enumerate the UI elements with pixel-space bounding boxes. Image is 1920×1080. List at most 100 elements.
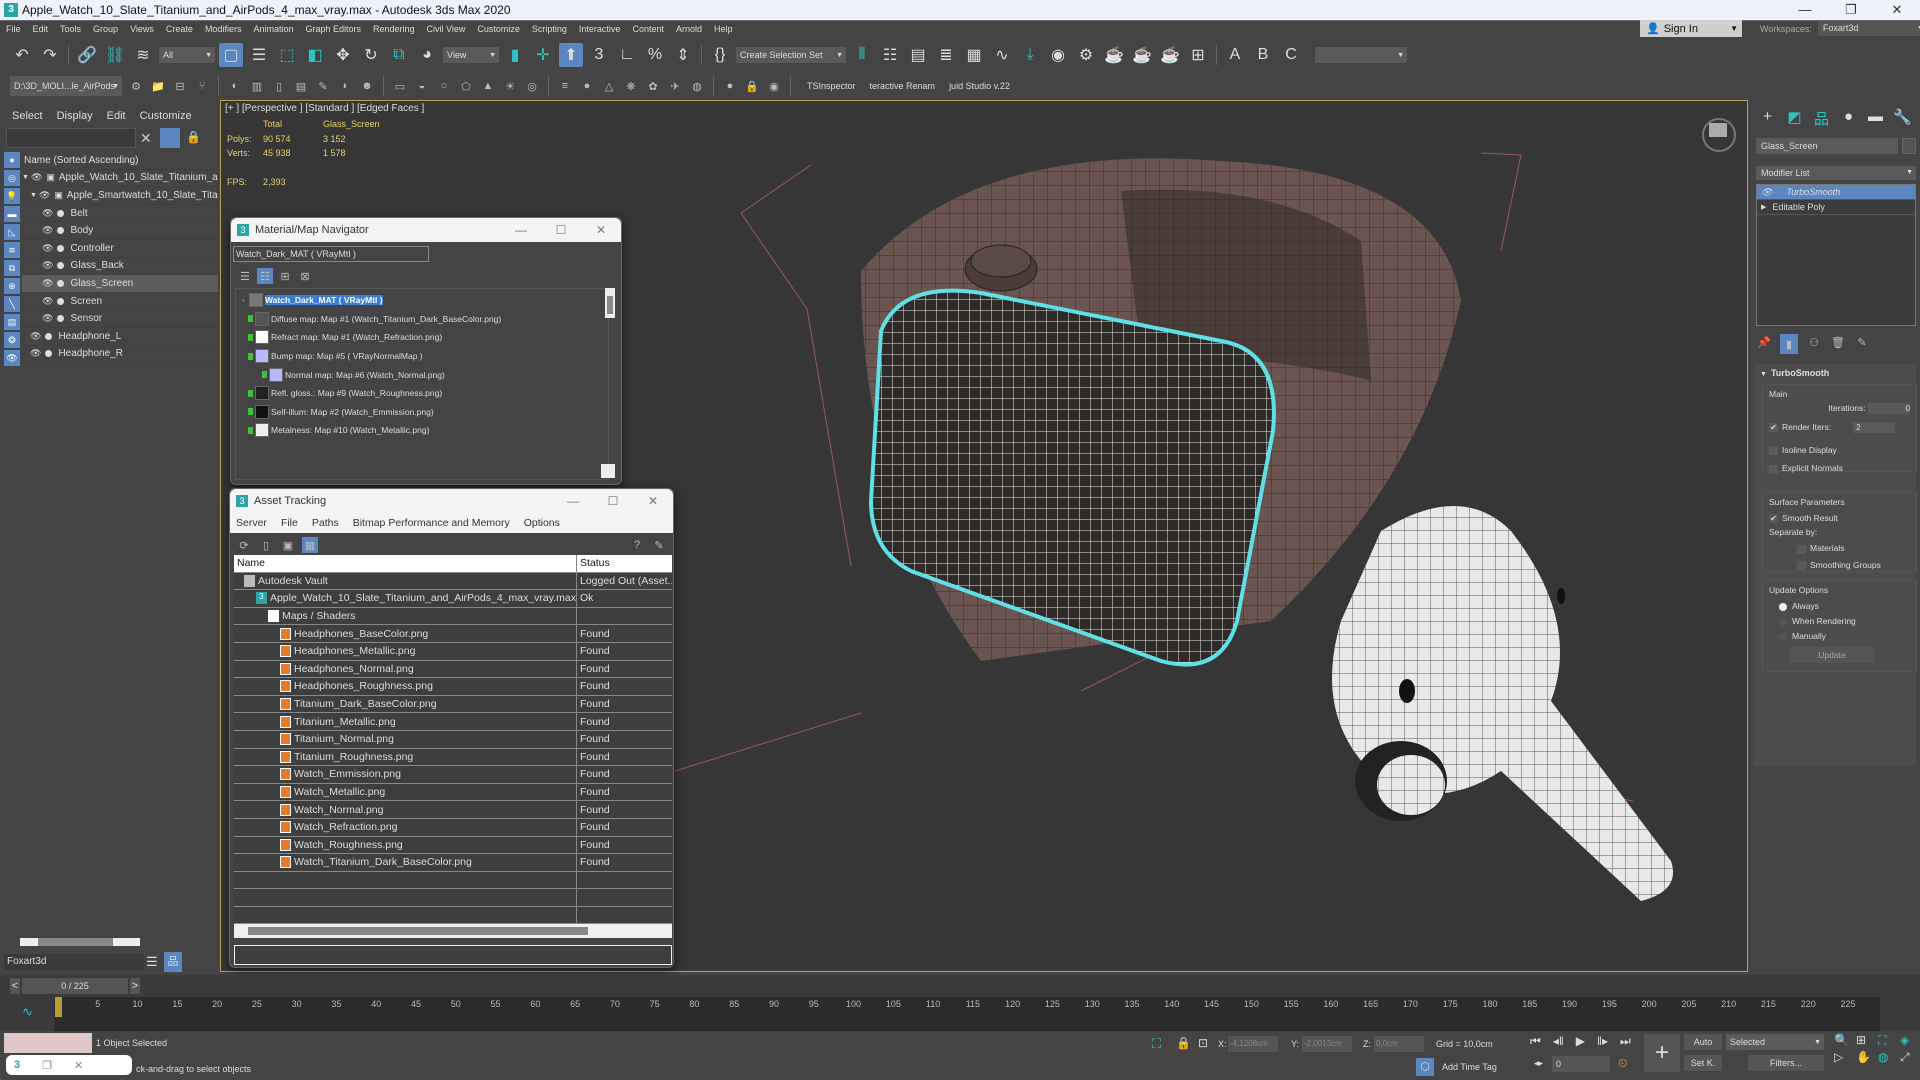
y-coordinate-field[interactable]: -2,0013cm xyxy=(1302,1036,1352,1052)
clear-search-icon[interactable]: ✕ xyxy=(140,130,152,147)
filter-bones-icon[interactable]: ╲ xyxy=(4,296,20,312)
vray-scatter-icon[interactable]: ✿ xyxy=(645,78,661,94)
create-tab-icon[interactable]: + xyxy=(1754,108,1781,128)
filter-particles-icon[interactable]: ❂ xyxy=(4,332,20,348)
bind-space-warp-icon[interactable]: ≋ xyxy=(131,43,155,67)
filter-visible-icon[interactable]: 👁 xyxy=(4,350,20,366)
filter-lights-icon[interactable]: 💡 xyxy=(4,188,20,204)
scene-item[interactable]: ▼👁 ▣Apple_Smartwatch_10_Slate_Titanium xyxy=(22,187,218,205)
view-small-icons-icon[interactable]: ⊞ xyxy=(277,268,293,284)
next-key-icon[interactable]: ‖▸ xyxy=(1597,1034,1608,1049)
next-frame-button[interactable]: > xyxy=(130,978,140,994)
project-structure-icon[interactable]: ⊟ xyxy=(172,78,188,94)
scene-item[interactable]: 👁 Belt xyxy=(22,205,218,223)
menu-modifiers[interactable]: Modifiers xyxy=(199,24,248,34)
menu-bitmap-performance[interactable]: Bitmap Performance and Memory xyxy=(353,517,510,529)
angle-snap-icon[interactable]: ∟ xyxy=(615,43,639,67)
expand-icon[interactable]: ▼ xyxy=(22,174,29,181)
pan-icon[interactable]: ✋ xyxy=(1856,1050,1876,1065)
close-icon[interactable]: ✕ xyxy=(74,1059,83,1072)
select-by-name-icon[interactable]: ☰ xyxy=(247,43,271,67)
map-item[interactable]: Diffuse map: Map #1 (Watch_Titanium_Dark… xyxy=(242,310,602,329)
always-radio[interactable] xyxy=(1779,602,1787,611)
asset-row[interactable]: Headphones_BaseColor.png Found xyxy=(234,625,672,643)
tool-panel-icon[interactable]: ▯ xyxy=(271,78,287,94)
asset-row[interactable]: Watch_Metallic.png Found xyxy=(234,783,672,802)
schematic-view-icon[interactable]: ⤓ xyxy=(1018,43,1042,67)
lock-icon[interactable]: 🔒 xyxy=(186,130,201,144)
vray-light-spot-icon[interactable]: ▲ xyxy=(480,78,496,94)
asset-row[interactable]: Titanium_Roughness.png Found xyxy=(234,748,672,767)
mirror-icon[interactable]: ⫴ xyxy=(850,43,874,67)
align-icon[interactable]: ☷ xyxy=(878,43,902,67)
hierarchy-icon[interactable]: 品 xyxy=(164,952,182,972)
plugin-tsinspector[interactable]: TSInspector xyxy=(807,81,856,91)
menu-arnold[interactable]: Arnold xyxy=(670,24,708,34)
render-iterative-icon[interactable]: ⊞ xyxy=(1186,43,1210,67)
time-slider-thumb[interactable]: 0 / 225 xyxy=(22,978,128,994)
horizontal-scrollbar[interactable] xyxy=(234,924,672,939)
project-folder-dropdown[interactable]: D:\3D_MOLI...le_AirPods xyxy=(10,76,122,96)
add-time-tag-label[interactable]: Add Time Tag xyxy=(1442,1062,1497,1072)
scene-scrollbar[interactable] xyxy=(20,938,140,946)
taskbar-thumbnail[interactable]: 3 ❐ ✕ xyxy=(6,1055,132,1075)
materials-checkbox[interactable] xyxy=(1797,544,1806,554)
eye-icon[interactable]: 👁 xyxy=(42,208,53,219)
select-manipulate-icon[interactable]: ✛ xyxy=(531,43,555,67)
menu-civil-view[interactable]: Civil View xyxy=(421,24,472,34)
scene-search-input[interactable] xyxy=(6,128,136,148)
field-of-view-icon[interactable]: ▷ xyxy=(1834,1050,1854,1065)
vray-proxy-icon[interactable]: ● xyxy=(579,78,595,94)
undo-icon[interactable]: ↶ xyxy=(10,43,34,67)
menu-options[interactable]: Options xyxy=(524,517,560,529)
scene-explorer-toggle-icon[interactable]: ▤ xyxy=(906,43,930,67)
asset-row[interactable]: Watch_Emmission.png Found xyxy=(234,766,672,784)
material-editor-icon[interactable]: ◉ xyxy=(1046,43,1070,67)
absolute-mode-icon[interactable]: ⊡ xyxy=(1198,1036,1208,1050)
configure-modifier-sets-icon[interactable]: ✎ xyxy=(1854,334,1870,350)
eye-icon[interactable]: 👁 xyxy=(42,296,53,307)
menu-server[interactable]: Server xyxy=(236,517,267,529)
column-header[interactable]: Name (Sorted Ascending) xyxy=(22,152,218,170)
play-icon[interactable]: ▶ xyxy=(1576,1034,1585,1049)
z-coordinate-field[interactable]: 0,0cm xyxy=(1374,1036,1424,1052)
close-button[interactable]: ✕ xyxy=(1874,0,1920,20)
filter-spacewarps-icon[interactable]: ≋ xyxy=(4,242,20,258)
asset-row[interactable]: Titanium_Metallic.png Found xyxy=(234,713,672,731)
material-root[interactable]: • Watch_Dark_MAT ( VRayMtl ) xyxy=(242,291,602,310)
map-item[interactable]: Refract map: Map #1 (Watch_Refraction.pn… xyxy=(242,328,602,347)
menu-scripting[interactable]: Scripting xyxy=(526,24,573,34)
vray-light-dome-icon[interactable]: ◒ xyxy=(414,78,430,94)
vray-decal-icon[interactable]: ✈ xyxy=(667,78,683,94)
render-activeshade-icon[interactable]: ☕ xyxy=(1158,43,1182,67)
filter-cameras-icon[interactable]: ▬ xyxy=(4,206,20,222)
status-column-header[interactable]: Status xyxy=(577,555,672,572)
window-crossing-icon[interactable]: ◧ xyxy=(303,43,327,67)
show-end-result-icon[interactable]: ▮ xyxy=(1780,334,1798,354)
plugin-interactive-rename[interactable]: teractive Renam xyxy=(870,81,936,91)
edit-named-selection-icon[interactable]: {} xyxy=(708,43,732,67)
eye-icon[interactable]: 👁 xyxy=(39,190,50,201)
menu-content[interactable]: Content xyxy=(626,24,670,34)
vray-sphere-icon[interactable]: ❋ xyxy=(623,78,639,94)
object-color-swatch[interactable] xyxy=(1902,138,1916,154)
menu-graph-editors[interactable]: Graph Editors xyxy=(299,24,367,34)
scene-item[interactable]: 👁 Controller xyxy=(22,240,218,258)
render-iters-spinner[interactable]: 2 xyxy=(1853,422,1896,433)
unlink-icon[interactable]: ⛓ xyxy=(103,43,127,67)
eye-icon[interactable]: 👁 xyxy=(30,331,41,342)
name-column-header[interactable]: Name xyxy=(234,555,577,572)
select-object-icon[interactable]: ▢ xyxy=(219,43,243,67)
go-to-end-icon[interactable]: ⏭ xyxy=(1620,1034,1631,1049)
hierarchy-tab-icon[interactable]: 品 xyxy=(1808,108,1835,128)
asset-row[interactable]: 3 Apple_Watch_10_Slate_Titanium_and_AirPo… xyxy=(234,590,672,608)
filter-geometry-icon[interactable]: ● xyxy=(4,152,20,168)
motion-tab-icon[interactable]: ● xyxy=(1835,108,1862,128)
rollout-title[interactable]: ▼ TurboSmooth xyxy=(1754,364,1916,382)
auto-key-button[interactable]: Auto xyxy=(1684,1034,1722,1050)
project-settings-icon[interactable]: ⚙ xyxy=(128,78,144,94)
explicit-normals-checkbox[interactable] xyxy=(1769,464,1778,474)
maxscript-listener[interactable] xyxy=(4,1033,92,1053)
zoom-extents-icon[interactable]: ⛶ xyxy=(1878,1033,1898,1048)
zoom-icon[interactable]: 🔍 xyxy=(1834,1033,1854,1048)
